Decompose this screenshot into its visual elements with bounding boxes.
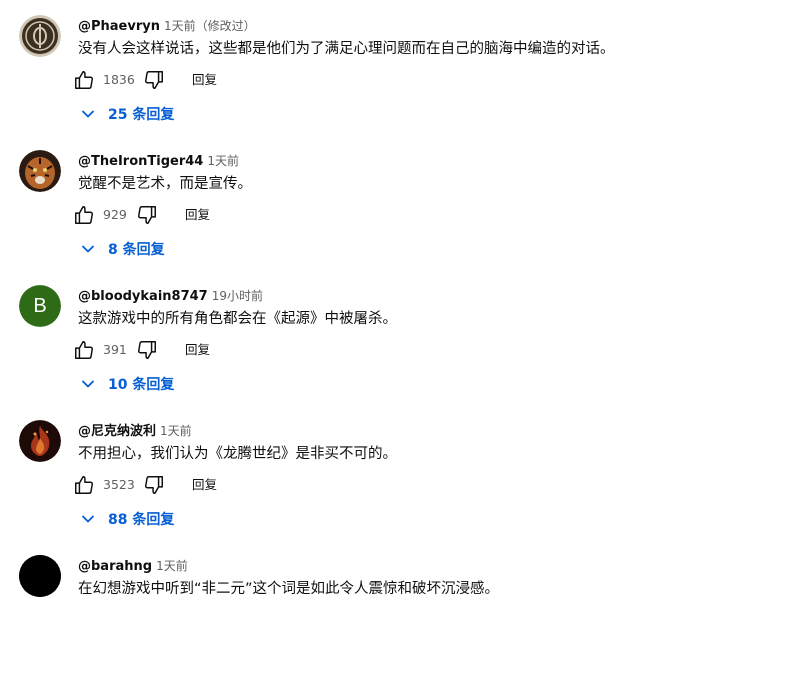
comment-thread: B @bloodykain8747 19小时前 这款游戏中的所有角色都会在《起源》… bbox=[0, 270, 800, 405]
comment-actions: 3523 回复 bbox=[70, 467, 370, 503]
comment-text: 没有人会这样说话，这些都是他们为了满足心理问题而在自己的脑海中编造的对话。 bbox=[78, 41, 615, 57]
comment-author[interactable]: @bloodykain8747 bbox=[78, 289, 208, 304]
dislike-button[interactable] bbox=[133, 336, 161, 364]
comment-author[interactable]: @TheIronTiger44 bbox=[78, 154, 203, 169]
view-replies-button[interactable]: 8 条回复 bbox=[78, 236, 165, 262]
comment-time[interactable]: 1天前 bbox=[207, 154, 239, 168]
replies-count-label: 10 条回复 bbox=[108, 377, 175, 393]
thumbs-up-icon bbox=[75, 206, 94, 224]
comment-header: @barahng 1天前 bbox=[78, 556, 188, 576]
like-button[interactable] bbox=[70, 336, 98, 364]
view-replies-button[interactable]: 88 条回复 bbox=[78, 506, 174, 532]
comment-header: @Phaevryn 1天前（修改过） bbox=[78, 16, 256, 36]
comment-text: 在幻想游戏中听到“非二元”这个词是如此令人震惊和破坏沉浸感。 bbox=[78, 581, 500, 597]
view-replies-button[interactable]: 25 条回复 bbox=[78, 101, 174, 127]
avatar[interactable] bbox=[19, 555, 61, 597]
comment-header: @bloodykain8747 19小时前 bbox=[78, 286, 263, 306]
comment-time[interactable]: 1天前 bbox=[156, 559, 188, 573]
reply-button[interactable]: 回复 bbox=[192, 71, 217, 89]
comment-text: 不用担心，我们认为《龙腾世纪》是非买不可的。 bbox=[78, 446, 397, 462]
comment-time[interactable]: 1天前（修改过） bbox=[164, 19, 256, 33]
chevron-down-icon bbox=[78, 104, 98, 124]
chevron-down-icon bbox=[78, 509, 98, 529]
reply-button[interactable]: 回复 bbox=[185, 341, 210, 359]
avatar[interactable]: B bbox=[19, 285, 61, 327]
comment-header: @尼克纳波利 1天前 bbox=[78, 421, 192, 441]
comment-thread: @尼克纳波利 1天前 不用担心，我们认为《龙腾世纪》是非买不可的。 3523 回复 bbox=[0, 405, 800, 540]
chevron-down-icon bbox=[78, 239, 98, 259]
tiger-avatar-icon bbox=[19, 150, 61, 192]
comment-actions: 1836 回复 bbox=[70, 62, 370, 98]
thumbs-up-icon bbox=[75, 71, 94, 89]
thumbs-down-icon bbox=[137, 341, 156, 359]
view-replies-button[interactable]: 10 条回复 bbox=[78, 371, 174, 397]
dislike-button[interactable] bbox=[133, 201, 161, 229]
avatar[interactable] bbox=[19, 15, 61, 57]
fire-avatar-icon bbox=[19, 420, 61, 462]
like-button[interactable] bbox=[70, 66, 98, 94]
comment-author[interactable]: @barahng bbox=[78, 559, 152, 574]
chevron-down-icon bbox=[78, 374, 98, 394]
dislike-button[interactable] bbox=[140, 471, 168, 499]
thumbs-up-icon bbox=[75, 476, 94, 494]
emblem-avatar-icon bbox=[19, 15, 61, 57]
like-count: 391 bbox=[103, 342, 127, 357]
like-count: 3523 bbox=[103, 477, 135, 492]
comment-actions: 929 回复 bbox=[70, 197, 370, 233]
comment-thread: @TheIronTiger44 1天前 觉醒不是艺术，而是宣传。 929 回复 bbox=[0, 135, 800, 270]
black-avatar-icon bbox=[19, 555, 61, 597]
reply-button[interactable]: 回复 bbox=[185, 206, 210, 224]
comment-actions: 391 回复 bbox=[70, 332, 370, 368]
reply-button[interactable]: 回复 bbox=[192, 476, 217, 494]
like-button[interactable] bbox=[70, 201, 98, 229]
like-button[interactable] bbox=[70, 471, 98, 499]
avatar[interactable] bbox=[19, 420, 61, 462]
comment-header: @TheIronTiger44 1天前 bbox=[78, 151, 239, 171]
like-count: 1836 bbox=[103, 72, 135, 87]
replies-count-label: 88 条回复 bbox=[108, 512, 175, 528]
comment-author[interactable]: @Phaevryn bbox=[78, 19, 160, 34]
comments-section: @Phaevryn 1天前（修改过） 没有人会这样说话，这些都是他们为了满足心理问… bbox=[0, 0, 800, 604]
avatar[interactable] bbox=[19, 150, 61, 192]
thumbs-up-icon bbox=[75, 341, 94, 359]
comment-thread: @barahng 1天前 在幻想游戏中听到“非二元”这个词是如此令人震惊和破坏沉浸… bbox=[0, 540, 800, 675]
thumbs-down-icon bbox=[144, 476, 163, 494]
replies-count-label: 8 条回复 bbox=[108, 242, 165, 258]
thumbs-down-icon bbox=[144, 71, 163, 89]
comment-text: 这款游戏中的所有角色都会在《起源》中被屠杀。 bbox=[78, 311, 397, 327]
comment-author[interactable]: @尼克纳波利 bbox=[78, 424, 156, 439]
replies-count-label: 25 条回复 bbox=[108, 107, 175, 123]
like-count: 929 bbox=[103, 207, 127, 222]
dislike-button[interactable] bbox=[140, 66, 168, 94]
comment-thread: @Phaevryn 1天前（修改过） 没有人会这样说话，这些都是他们为了满足心理问… bbox=[0, 0, 800, 135]
comment-text: 觉醒不是艺术，而是宣传。 bbox=[78, 176, 252, 192]
letter-avatar: B bbox=[19, 285, 61, 327]
comment-time[interactable]: 19小时前 bbox=[212, 289, 263, 303]
thumbs-down-icon bbox=[137, 206, 156, 224]
comment-time[interactable]: 1天前 bbox=[160, 424, 192, 438]
